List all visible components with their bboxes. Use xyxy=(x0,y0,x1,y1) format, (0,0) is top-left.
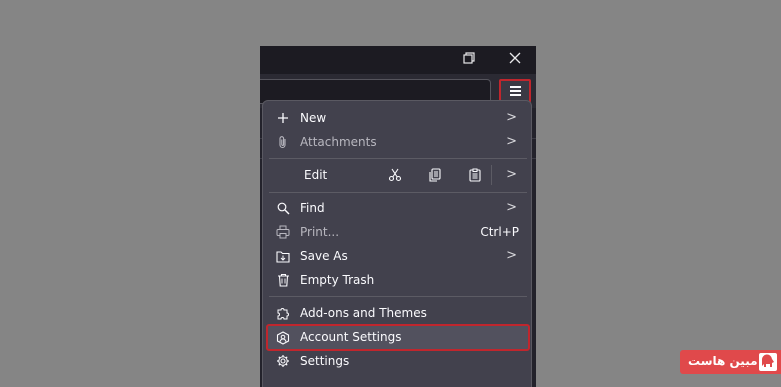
menu-item-label: New xyxy=(300,111,327,125)
hamburger-icon xyxy=(510,86,521,98)
menu-item-addons-themes[interactable]: Add-ons and Themes xyxy=(269,301,527,325)
menu-item-save-as[interactable]: Save As > xyxy=(269,244,527,268)
search-icon xyxy=(275,196,291,220)
edit-divider xyxy=(491,165,492,185)
paste-icon[interactable] xyxy=(465,165,485,185)
copy-icon[interactable] xyxy=(425,165,445,185)
menu-item-attachments[interactable]: Attachments > xyxy=(269,130,527,154)
chevron-right-icon[interactable]: > xyxy=(506,160,517,190)
menu-item-find[interactable]: Find > xyxy=(269,196,527,220)
watermark-badge: مبین هاست xyxy=(680,350,781,374)
menu-item-label: Add-ons and Themes xyxy=(300,306,427,320)
menu-separator xyxy=(269,192,527,193)
save-folder-icon xyxy=(275,244,291,268)
close-icon[interactable] xyxy=(504,50,526,70)
edit-label: Edit xyxy=(304,168,328,182)
chevron-right-icon: > xyxy=(506,134,517,149)
app-menu-panel: New > Attachments > Edit > Find > Print.… xyxy=(262,100,532,387)
menu-item-new[interactable]: New > xyxy=(269,106,527,130)
menu-item-label: Account Settings xyxy=(300,330,402,344)
menu-item-label: Attachments xyxy=(300,135,377,149)
plus-icon xyxy=(275,106,291,130)
keyboard-shortcut: Ctrl+P xyxy=(480,225,519,239)
puzzle-icon xyxy=(275,301,291,325)
menu-item-settings[interactable]: Settings xyxy=(269,349,527,373)
menu-item-label: Empty Trash xyxy=(300,273,375,287)
edit-row: Edit > xyxy=(269,160,527,190)
chevron-right-icon: > xyxy=(506,200,517,215)
chevron-right-icon: > xyxy=(506,248,517,263)
menu-separator xyxy=(269,158,527,159)
menu-item-label: Print... xyxy=(300,225,340,239)
menu-item-print[interactable]: Print... Ctrl+P xyxy=(269,220,527,244)
menu-item-label: Settings xyxy=(300,354,350,368)
restore-icon[interactable] xyxy=(458,50,480,70)
watermark-text: مبین هاست xyxy=(688,354,758,368)
printer-icon xyxy=(275,220,291,244)
paperclip-icon xyxy=(275,130,291,154)
menu-item-label: Save As xyxy=(300,249,348,263)
elephant-logo-icon xyxy=(759,353,777,371)
menu-item-account-settings[interactable]: Account Settings xyxy=(266,324,530,351)
gear-icon xyxy=(275,349,291,373)
menu-item-label: Find xyxy=(300,201,325,215)
account-settings-icon xyxy=(275,326,291,349)
scissors-icon[interactable] xyxy=(385,165,405,185)
trash-icon xyxy=(275,268,291,292)
title-bar xyxy=(260,46,536,74)
chevron-right-icon: > xyxy=(506,110,517,125)
menu-separator xyxy=(269,296,527,297)
menu-item-empty-trash[interactable]: Empty Trash xyxy=(269,268,527,292)
